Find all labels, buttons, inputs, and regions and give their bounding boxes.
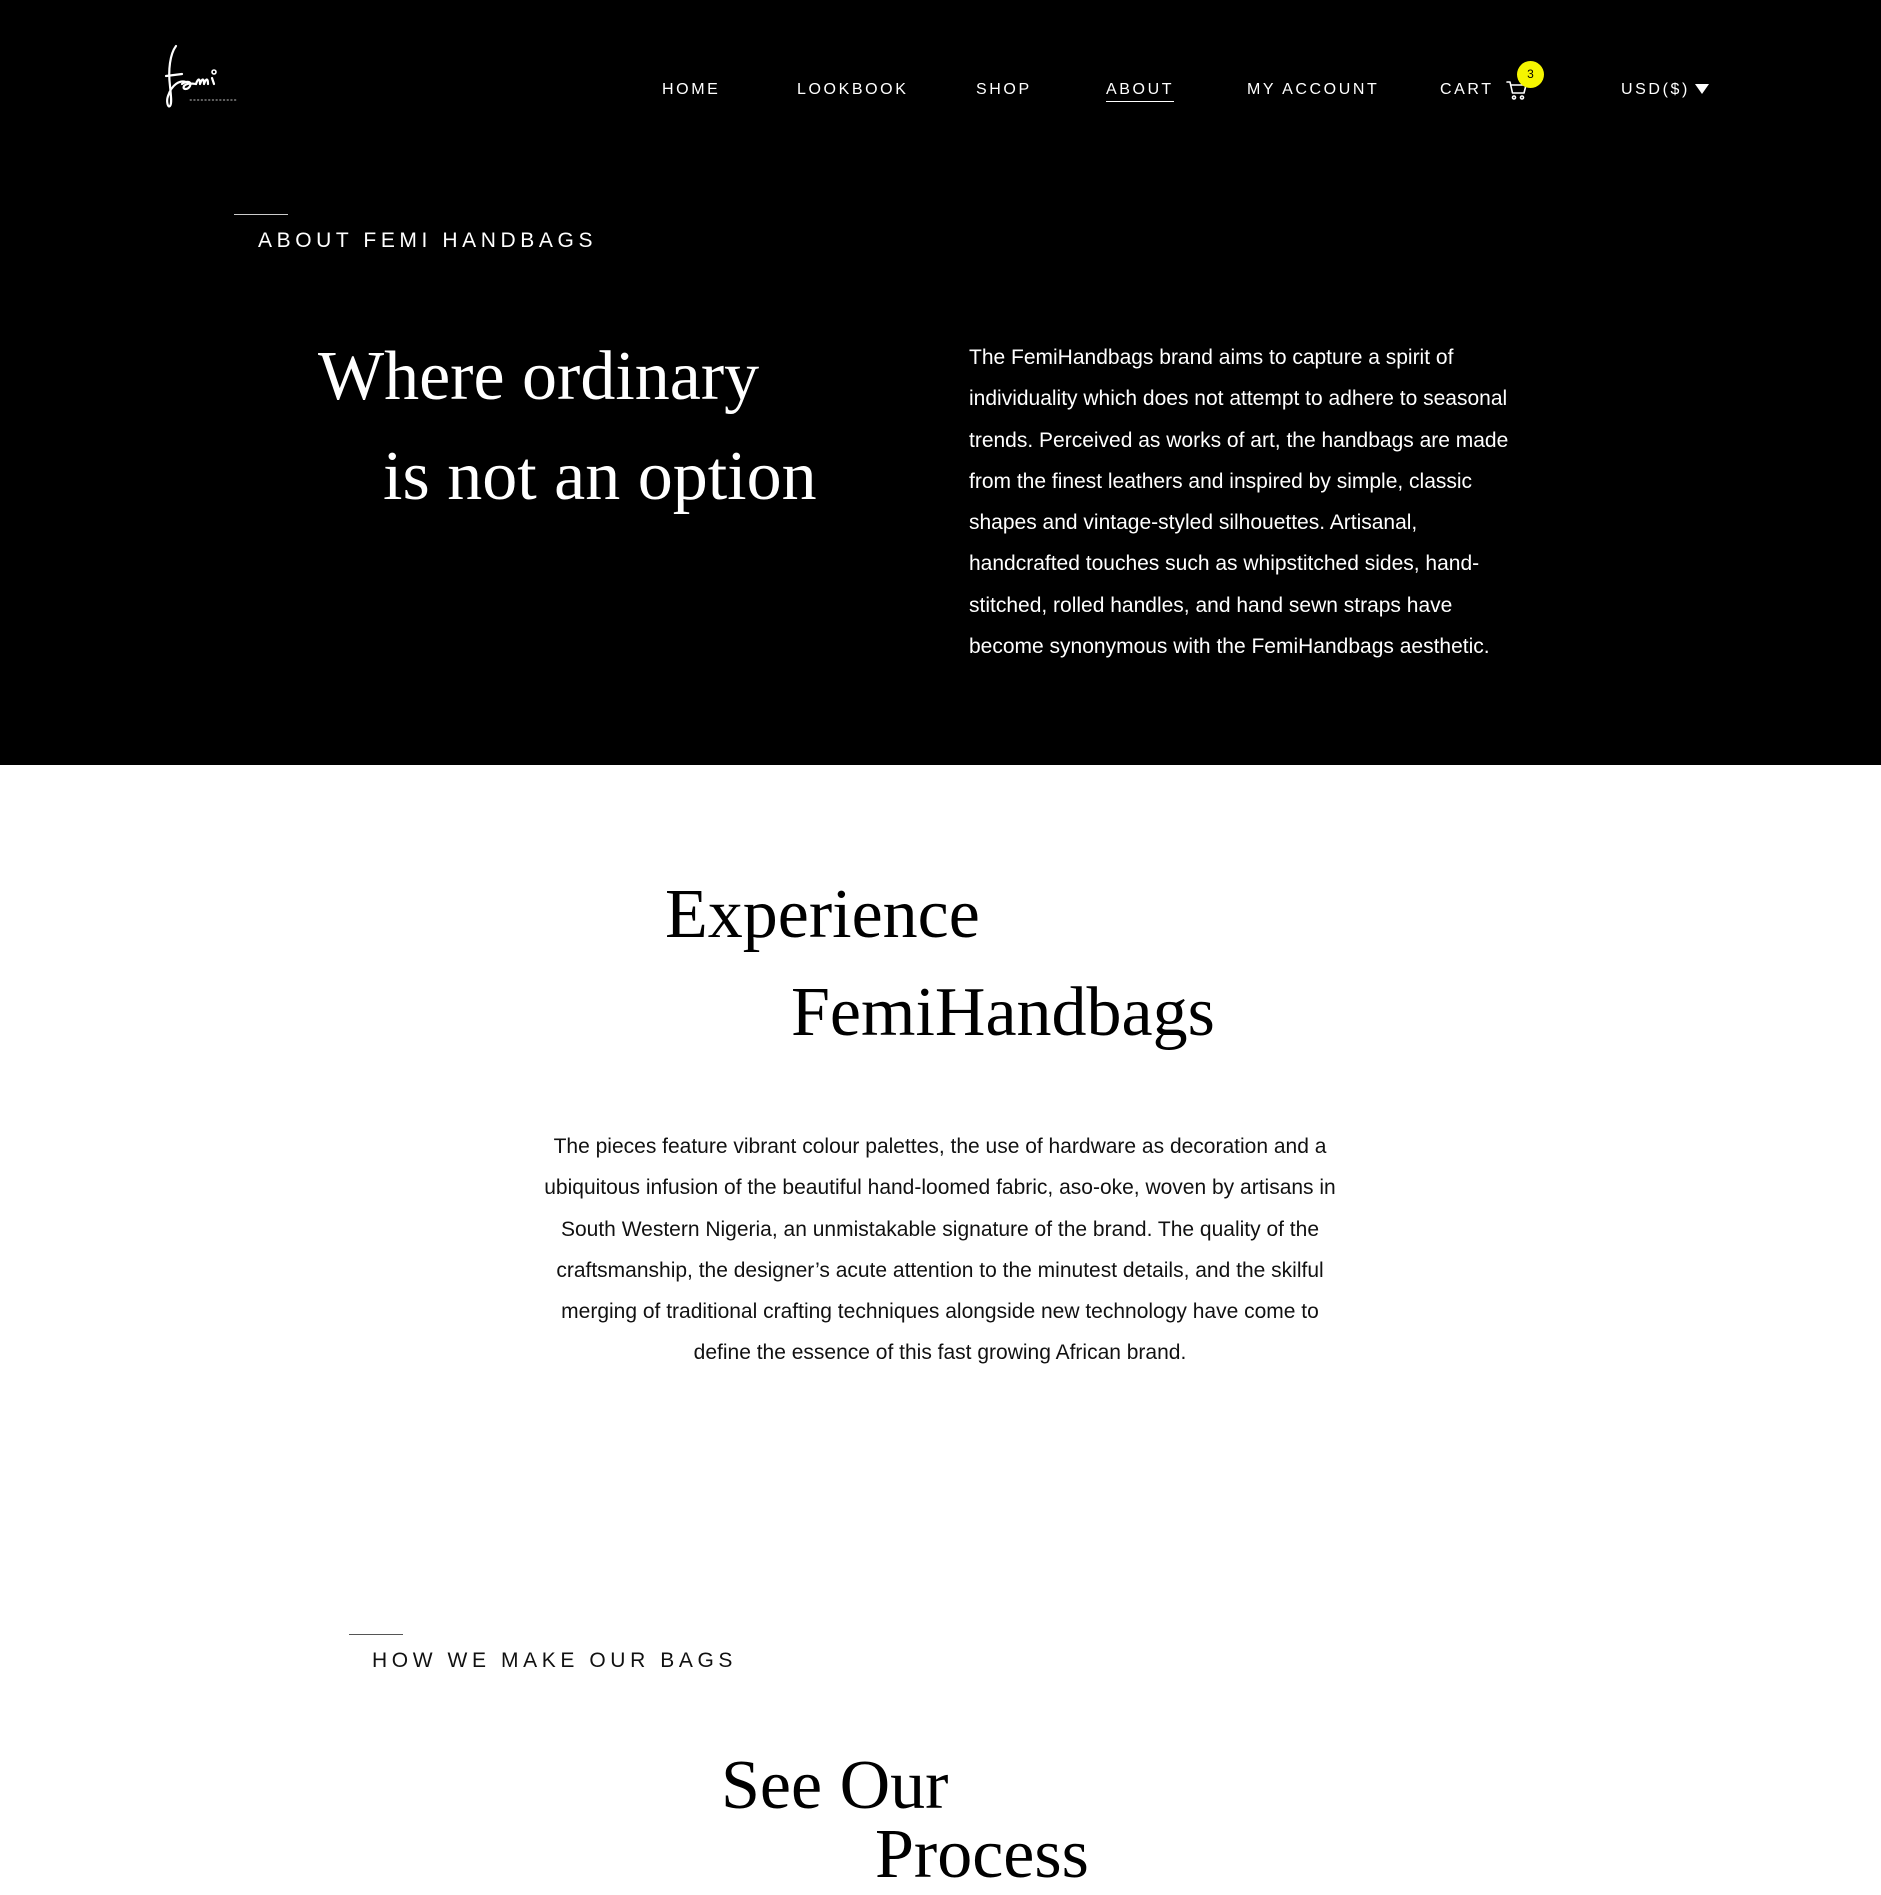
experience-description-line: South Western Nigeria, an unmistakable s…: [560, 1217, 1319, 1241]
eyebrow-rule: [234, 214, 288, 215]
about-description: The FemiHandbags brand aims to capture a…: [969, 337, 1569, 667]
main-nav: HOME LOOKBOOK SHOP ABOUT MY ACCOUNT CART…: [0, 80, 1881, 102]
experience-description-line: craftsmanship, the designer’s acute atte…: [556, 1258, 1324, 1282]
cart-count-badge[interactable]: 3: [1517, 61, 1544, 88]
nav-lookbook[interactable]: LOOKBOOK: [797, 80, 909, 100]
about-description-line: shapes and vintage-styled silhouettes. A…: [969, 511, 1418, 535]
about-hero: HOME LOOKBOOK SHOP ABOUT MY ACCOUNT CART…: [0, 0, 1881, 765]
experience-heading-line1: Experience: [665, 876, 980, 953]
nav-cart[interactable]: CART: [1440, 80, 1494, 100]
process-eyebrow: HOW WE MAKE OUR BAGS: [372, 1649, 738, 1672]
caret-down-icon[interactable]: [1695, 84, 1709, 94]
process-heading-line2: Process: [875, 1816, 1089, 1893]
experience-description-line: ubiquitous infusion of the beautiful han…: [544, 1176, 1336, 1200]
about-description-line: individuality which does not attempt to …: [969, 387, 1508, 411]
about-description-line: handcrafted touches such as whipstitched…: [969, 552, 1480, 576]
about-heading-line2: is not an option: [383, 438, 817, 515]
nav-about[interactable]: ABOUT: [1106, 80, 1175, 102]
currency-selector[interactable]: USD($): [1621, 80, 1690, 100]
experience-description-line: define the essence of this fast growing …: [693, 1341, 1187, 1365]
experience-description-line: The pieces feature vibrant colour palett…: [553, 1135, 1327, 1158]
about-description-line: from the finest leathers and inspired by…: [969, 469, 1473, 493]
nav-home[interactable]: HOME: [662, 80, 720, 100]
about-description-line: trends. Perceived as works of art, the h…: [969, 428, 1509, 452]
experience-heading-line2: FemiHandbags: [791, 974, 1215, 1051]
nav-my-account[interactable]: MY ACCOUNT: [1247, 80, 1379, 100]
experience-description-line: merging of traditional crafting techniqu…: [561, 1300, 1319, 1324]
process-heading-line1: See Our: [721, 1747, 949, 1824]
about-description-line: stitched, rolled handles, and hand sewn …: [969, 593, 1453, 617]
nav-shop[interactable]: SHOP: [976, 80, 1032, 100]
eyebrow-rule: [349, 1634, 403, 1635]
experience-description: The pieces feature vibrant colour palett…: [440, 1126, 1440, 1374]
about-heading-line1: Where ordinary: [318, 338, 760, 415]
about-eyebrow: ABOUT FEMI HANDBAGS: [258, 229, 598, 252]
femi-logo-icon[interactable]: [162, 40, 242, 112]
about-description-line: The FemiHandbags brand aims to capture a…: [969, 346, 1454, 369]
about-description-line: become synonymous with the FemiHandbags …: [969, 635, 1490, 659]
